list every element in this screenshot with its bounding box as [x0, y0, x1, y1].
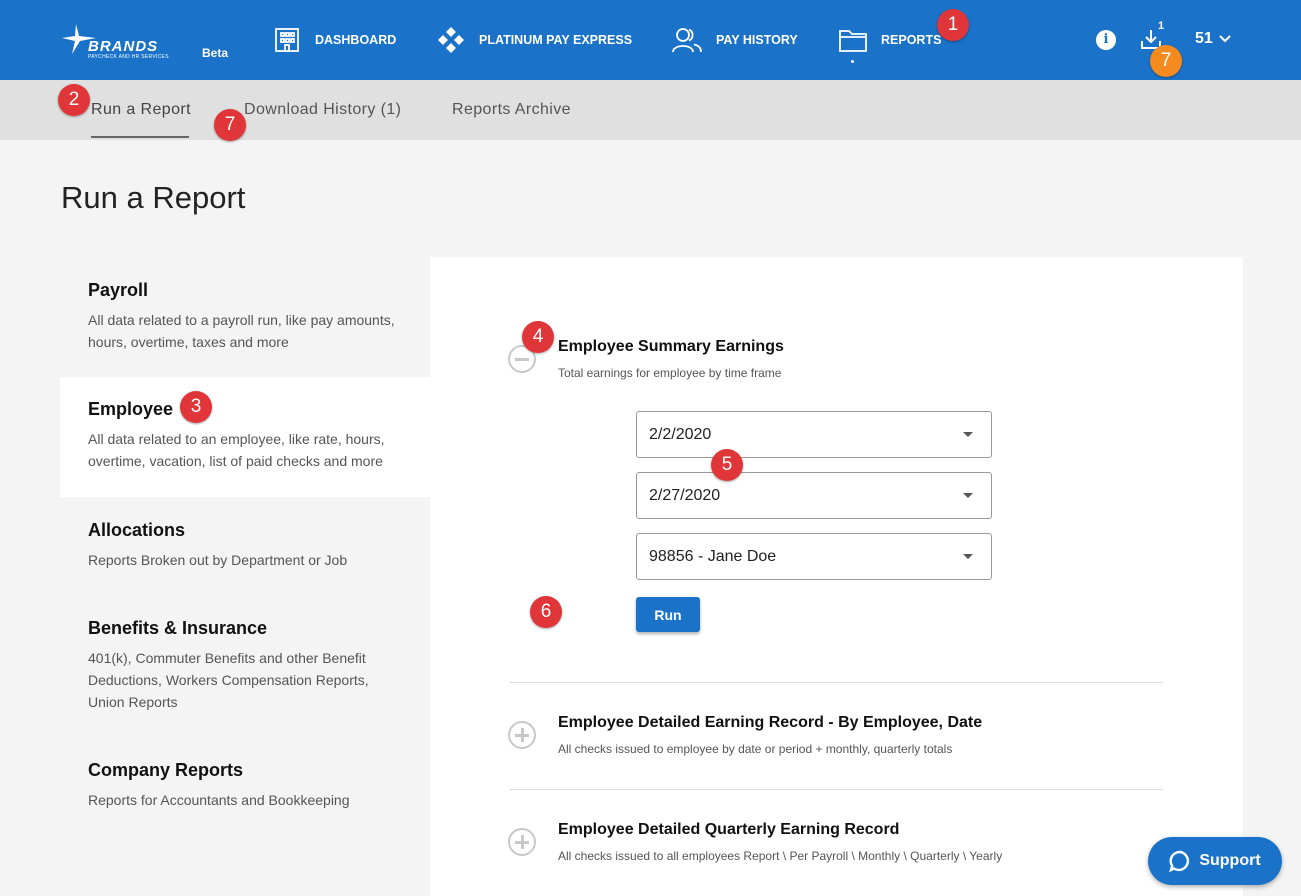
start-date-select[interactable]: 2/2/2020 — [636, 411, 992, 458]
end-date-select[interactable]: 2/27/2020 — [636, 472, 992, 519]
category-title: Employee — [88, 399, 174, 419]
caret-down-icon — [963, 493, 973, 498]
category-desc: All data related to an employee, like ra… — [88, 431, 385, 469]
annotation-badge-7-download: 7 — [1150, 45, 1182, 77]
category-title: Company Reports — [88, 760, 244, 780]
report-title[interactable]: Employee Detailed Quarterly Earning Reco… — [558, 821, 899, 839]
report-desc: Total earnings for employee by time fram… — [558, 366, 782, 380]
tab-run-a-report[interactable]: Run a Report — [91, 101, 191, 119]
support-button[interactable]: Support — [1148, 837, 1282, 885]
category-company-reports[interactable]: Company Reports Reports for Accountants … — [60, 760, 430, 830]
user-number: 51 — [1195, 30, 1213, 47]
divider — [510, 682, 1163, 683]
report-employee-detailed-quarterly-earning-record: Employee Detailed Quarterly Earning Reco… — [508, 804, 1163, 884]
folder-icon — [839, 30, 867, 52]
end-date-value: 2/27/2020 — [649, 487, 721, 504]
divider — [510, 789, 1163, 790]
info-icon[interactable]: i — [1096, 30, 1116, 50]
category-title: Allocations — [88, 520, 186, 540]
nav-dashboard-label: DASHBOARD — [315, 33, 397, 47]
expand-plus-icon[interactable] — [508, 721, 536, 749]
category-desc: 401(k), Commuter Benefits and other Bene… — [88, 650, 369, 710]
employee-value: 98856 - Jane Doe — [649, 548, 777, 565]
annotation-badge-2: 2 — [58, 84, 90, 116]
nav-pay-history[interactable]: PAY HISTORY — [672, 22, 798, 58]
page-title: Run a Report — [61, 180, 246, 215]
annotation-badge-6: 6 — [530, 596, 562, 628]
category-desc: All data related to a payroll run, like … — [88, 312, 395, 350]
category-payroll[interactable]: Payroll All data related to a payroll ru… — [60, 280, 430, 377]
nav-platinum-pay-express[interactable]: PLATINUM PAY EXPRESS — [437, 22, 632, 58]
user-menu[interactable]: 51 — [1195, 30, 1231, 48]
annotation-badge-3: 3 — [180, 391, 212, 423]
beta-label: Beta — [202, 46, 229, 60]
report-panel: Employee Summary Earnings Total earnings… — [430, 257, 1243, 896]
brand-tagline: PAYCHECK AND HR SERVICES — [88, 54, 169, 60]
annotation-badge-1: 1 — [937, 9, 969, 41]
category-desc: Reports for Accountants and Bookkeeping — [88, 792, 350, 808]
employee-select[interactable]: 98856 - Jane Doe — [636, 533, 992, 580]
category-employee[interactable]: Employee All data related to an employee… — [60, 377, 430, 497]
annotation-badge-7-tab: 7 — [214, 109, 246, 141]
report-employee-summary-earnings: Employee Summary Earnings Total earnings… — [508, 257, 1163, 677]
report-employee-detailed-earning-record: Employee Detailed Earning Record - By Em… — [508, 697, 1163, 777]
building-icon — [275, 28, 299, 52]
category-title: Payroll — [88, 280, 149, 300]
category-desc: Reports Broken out by Department or Job — [88, 552, 348, 568]
start-date-value: 2/2/2020 — [649, 426, 712, 443]
caret-down-icon — [963, 432, 973, 437]
category-title: Benefits & Insurance — [88, 618, 268, 638]
download-count-badge: 1 — [1158, 20, 1165, 32]
report-title[interactable]: Employee Summary Earnings — [558, 338, 784, 356]
annotation-badge-4: 4 — [522, 321, 554, 353]
category-benefits-insurance[interactable]: Benefits & Insurance 401(k), Commuter Be… — [60, 618, 430, 728]
brands-logo[interactable]: BRANDS PAYCHECK AND HR SERVICES — [62, 20, 192, 60]
caret-down-icon — [963, 554, 973, 559]
active-tab-underline — [91, 136, 189, 138]
support-label: Support — [1199, 852, 1261, 869]
users-icon — [672, 28, 702, 53]
report-desc: All checks issued to all employees Repor… — [558, 849, 1003, 863]
annotation-badge-5: 5 — [711, 449, 743, 481]
nav-reports-label: REPORTS — [881, 33, 942, 47]
nav-history-label: PAY HISTORY — [716, 33, 798, 47]
active-nav-indicator — [851, 60, 854, 63]
tab-download-history[interactable]: Download History (1) — [244, 101, 401, 119]
run-button[interactable]: Run — [636, 597, 700, 632]
diamond-grid-icon — [438, 27, 464, 53]
tab-reports-archive[interactable]: Reports Archive — [452, 101, 571, 119]
category-allocations[interactable]: Allocations Reports Broken out by Depart… — [60, 520, 430, 590]
sub-tabs-bar: Run a Report Download History (1) Report… — [0, 80, 1301, 140]
top-navigation-bar: BRANDS PAYCHECK AND HR SERVICES Beta DAS… — [0, 0, 1301, 80]
nav-dashboard[interactable]: DASHBOARD — [273, 22, 396, 58]
chat-bubble-icon — [1169, 850, 1190, 872]
nav-express-label: PLATINUM PAY EXPRESS — [479, 33, 633, 47]
chevron-down-icon — [1219, 35, 1231, 43]
report-desc: All checks issued to employee by date or… — [558, 742, 953, 756]
brand-name: BRANDS — [88, 38, 159, 55]
nav-reports[interactable]: REPORTS — [839, 22, 941, 58]
report-title[interactable]: Employee Detailed Earning Record - By Em… — [558, 714, 982, 732]
expand-plus-icon[interactable] — [508, 828, 536, 856]
